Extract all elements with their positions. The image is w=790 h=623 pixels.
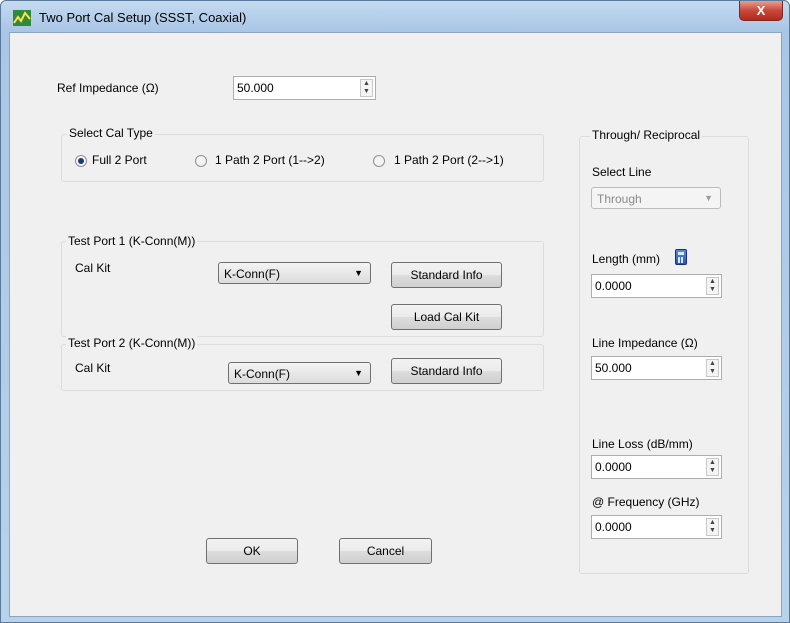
1-path-1-to-2-label[interactable]: 1 Path 2 Port (1-->2) — [215, 153, 325, 167]
cal-type-title: Select Cal Type — [67, 126, 155, 140]
length-spinbox[interactable]: 0.0000 ▲ ▼ — [591, 274, 722, 298]
test-port-2-cal-kit-dropdown[interactable]: K-Conn(F) ▼ — [228, 362, 371, 384]
vna-app-icon — [13, 10, 31, 26]
dialog-client-area: Ref Impedance (Ω) 50.000 ▲ ▼ Select Cal T… — [9, 32, 782, 617]
test-port-2-title: Test Port 2 (K-Conn(M)) — [66, 336, 198, 350]
line-loss-value: 0.0000 — [595, 460, 632, 474]
line-impedance-spinbox[interactable]: 50.000 ▲ ▼ — [591, 356, 722, 380]
test-port-2-cal-kit-label: Cal Kit — [75, 361, 111, 375]
line-impedance-spin-arrows[interactable]: ▲ ▼ — [706, 359, 719, 377]
line-loss-spinbox[interactable]: 0.0000 ▲ ▼ — [591, 455, 722, 479]
1-path-1-to-2-radio[interactable] — [195, 155, 207, 167]
window-title: Two Port Cal Setup (SSST, Coaxial) — [39, 10, 247, 25]
1-path-2-to-1-radio[interactable] — [373, 155, 385, 167]
ref-impedance-label: Ref Impedance (Ω) — [57, 81, 159, 95]
full-2-port-label[interactable]: Full 2 Port — [92, 153, 147, 167]
title-bar[interactable]: Two Port Cal Setup (SSST, Coaxial) X — [1, 1, 789, 33]
chevron-down-icon: ▼ — [704, 193, 713, 203]
select-line-dropdown[interactable]: Through ▼ — [591, 187, 721, 209]
dialog-window: Two Port Cal Setup (SSST, Coaxial) X Ref… — [0, 0, 790, 623]
frequency-value: 0.0000 — [595, 520, 632, 534]
test-port-1-standard-info-button[interactable]: Standard Info — [391, 262, 502, 288]
frequency-spin-arrows[interactable]: ▲ ▼ — [706, 518, 719, 536]
test-port-1-title: Test Port 1 (K-Conn(M)) — [66, 234, 198, 248]
1-path-2-to-1-label[interactable]: 1 Path 2 Port (2-->1) — [394, 153, 504, 167]
calculator-icon[interactable] — [675, 249, 687, 265]
cancel-button[interactable]: Cancel — [339, 538, 432, 564]
frequency-label: @ Frequency (GHz) — [592, 495, 700, 509]
length-label: Length (mm) — [592, 252, 661, 266]
ok-button[interactable]: OK — [206, 538, 298, 564]
chevron-down-icon: ▼ — [354, 368, 363, 378]
select-line-label: Select Line — [592, 165, 652, 179]
length-spin-arrows[interactable]: ▲ ▼ — [706, 277, 719, 295]
length-value: 0.0000 — [595, 279, 632, 293]
load-cal-kit-button[interactable]: Load Cal Kit — [391, 304, 502, 330]
chevron-down-icon: ▼ — [354, 268, 363, 278]
test-port-1-cal-kit-value: K-Conn(F) — [224, 267, 281, 281]
ref-impedance-spin-arrows[interactable]: ▲ ▼ — [360, 79, 373, 97]
ref-impedance-spinbox[interactable]: 50.000 ▲ ▼ — [233, 76, 376, 100]
test-port-1-cal-kit-label: Cal Kit — [75, 261, 111, 275]
close-button[interactable]: X — [739, 1, 783, 21]
line-impedance-value: 50.000 — [595, 361, 632, 375]
through-reciprocal-title: Through/ Reciprocal — [590, 128, 703, 142]
test-port-2-cal-kit-value: K-Conn(F) — [234, 367, 291, 381]
line-loss-label: Line Loss (dB/mm) — [592, 437, 693, 451]
select-line-value: Through — [597, 192, 642, 206]
test-port-1-cal-kit-dropdown[interactable]: K-Conn(F) ▼ — [218, 262, 371, 284]
line-loss-spin-arrows[interactable]: ▲ ▼ — [706, 458, 719, 476]
test-port-2-standard-info-button[interactable]: Standard Info — [391, 358, 502, 384]
full-2-port-radio[interactable] — [75, 155, 87, 167]
frequency-spinbox[interactable]: 0.0000 ▲ ▼ — [591, 515, 722, 539]
ref-impedance-value: 50.000 — [237, 81, 274, 95]
line-impedance-label: Line Impedance (Ω) — [592, 336, 698, 350]
